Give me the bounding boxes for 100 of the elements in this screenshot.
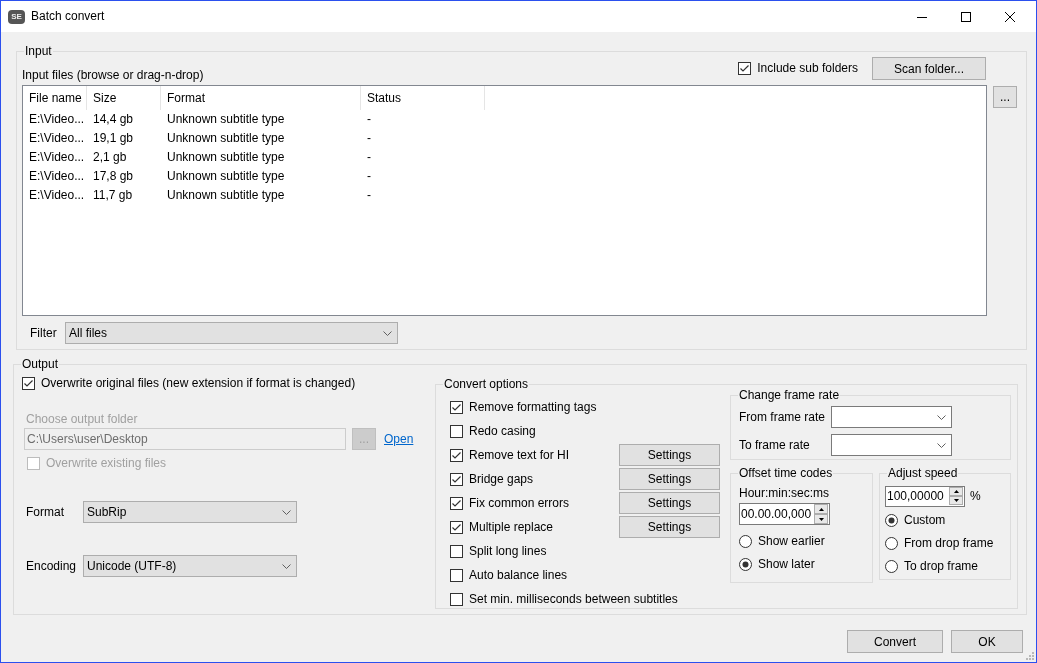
spin-down-button[interactable] <box>814 514 828 524</box>
unit-label: % <box>970 488 981 504</box>
chevron-down-icon <box>383 330 392 336</box>
field-label: Encoding <box>26 558 78 574</box>
table-cell-text: Unknown subtitle type <box>166 111 286 128</box>
window-title: Batch convert <box>31 9 106 24</box>
checkbox-label: Split long lines <box>469 543 548 559</box>
radio-button[interactable] <box>885 514 898 527</box>
chevron-down-icon <box>937 442 946 448</box>
checkbox-label: Remove text for HI <box>469 447 571 463</box>
browse-button[interactable]: ... <box>993 86 1017 108</box>
spin-up-button[interactable] <box>814 504 828 514</box>
radio-button[interactable] <box>885 560 898 573</box>
checkbox[interactable] <box>450 568 463 582</box>
checkbox-label: Auto balance lines <box>469 567 569 583</box>
radio-button[interactable] <box>739 535 752 548</box>
frame-rate-dropdown[interactable] <box>831 406 952 428</box>
up-triangle-icon <box>818 507 824 511</box>
checkbox[interactable] <box>450 424 463 438</box>
group-title: Offset time codes <box>738 466 834 481</box>
checkbox[interactable] <box>450 496 463 510</box>
spin-down-button[interactable] <box>949 496 963 505</box>
radio-button[interactable] <box>885 537 898 550</box>
chevron-down-icon <box>937 414 946 420</box>
scan-folder-button[interactable]: Scan folder... <box>872 57 986 80</box>
table-cell-text: Unknown subtitle type <box>166 149 286 166</box>
radio-button[interactable] <box>739 558 752 571</box>
field-label: Input files (browse or drag-n-drop) <box>22 68 204 83</box>
file-list[interactable] <box>22 85 987 316</box>
radio-label: Custom <box>904 513 946 528</box>
group-title: Convert options <box>443 377 530 392</box>
checkbox-label: Multiple replace <box>469 519 555 535</box>
app-logo: SE <box>8 9 25 24</box>
checkbox[interactable] <box>22 377 35 390</box>
field-label: Hour:min:sec:ms <box>739 486 830 501</box>
field-label: Filter <box>30 325 58 341</box>
group-title: Change frame rate <box>738 388 841 403</box>
checkbox[interactable] <box>450 592 463 606</box>
checkbox-label: Redo casing <box>469 423 537 439</box>
group-title: Adjust speed <box>887 466 959 481</box>
checkbox-label: Include sub folders <box>757 61 858 76</box>
table-cell-text: Unknown subtitle type <box>166 130 286 147</box>
radio-label: Show later <box>758 557 815 572</box>
radio-label: Show earlier <box>758 534 825 549</box>
settings-button[interactable]: Settings <box>619 444 720 466</box>
field-label: Format <box>26 504 65 520</box>
table-cell-text: E:\Video... <box>28 130 86 147</box>
table-cell-text: - <box>366 130 372 147</box>
encoding-dropdown[interactable]: Unicode (UTF-8) <box>83 555 297 577</box>
checkbox[interactable] <box>450 544 463 558</box>
down-triangle-icon <box>953 499 959 502</box>
dialog-button[interactable]: Convert <box>847 630 943 653</box>
dialog-button[interactable]: OK <box>951 630 1023 653</box>
open-link[interactable]: Open <box>384 431 414 447</box>
settings-button[interactable]: Settings <box>619 468 720 490</box>
radio-label: To drop frame <box>904 559 979 574</box>
chevron-down-icon <box>282 563 291 569</box>
checkbox-label: Bridge gaps <box>469 471 535 487</box>
close-icon <box>1005 11 1015 22</box>
checkbox-label: Remove formatting tags <box>469 399 598 415</box>
filter-dropdown[interactable]: All files <box>65 322 398 344</box>
spin-up-button[interactable] <box>949 487 963 496</box>
checkbox[interactable] <box>450 472 463 486</box>
maximize-icon <box>961 11 971 22</box>
settings-button[interactable]: Settings <box>619 516 720 538</box>
radio-label: From drop frame <box>904 536 994 551</box>
field-label: To frame rate <box>739 437 811 453</box>
table-cell-text: E:\Video... <box>28 111 86 128</box>
table-cell-text: 17,8 gb <box>92 168 135 185</box>
table-cell-text: - <box>366 111 372 128</box>
chevron-down-icon <box>282 509 291 515</box>
table-cell-text: E:\Video... <box>28 168 86 185</box>
settings-button[interactable]: Settings <box>619 492 720 514</box>
table-cell-text: 19,1 gb <box>92 130 135 147</box>
checkbox[interactable] <box>450 448 463 462</box>
spin-box[interactable]: 00.00.00,000 <box>739 503 830 525</box>
spin-box[interactable]: 100,00000 <box>885 485 965 507</box>
resize-grip-icon[interactable] <box>1026 652 1034 660</box>
table-cell-text: Unknown subtitle type <box>166 168 286 185</box>
checkbox-label: Set min. milliseconds between subtitles <box>469 591 679 607</box>
table-cell-text: 14,4 gb <box>92 111 135 128</box>
table-cell-text: - <box>366 187 372 204</box>
up-triangle-icon <box>953 490 959 493</box>
table-cell-text: E:\Video... <box>28 149 86 166</box>
checkbox-label: Overwrite original files (new extension if format is changed) <box>41 376 356 391</box>
checkbox[interactable] <box>450 400 463 414</box>
checkbox-label: Fix common errors <box>469 495 570 511</box>
format-dropdown[interactable]: SubRip <box>83 501 297 523</box>
frame-rate-dropdown[interactable] <box>831 434 952 456</box>
field-label: Choose output folder <box>26 412 138 427</box>
table-cell-text: - <box>366 149 372 166</box>
checkbox-label: Overwrite existing files <box>46 456 167 471</box>
table-cell-text: - <box>366 168 372 185</box>
checkbox[interactable] <box>738 62 752 75</box>
group-title: Input <box>24 44 53 59</box>
table-cell-text: 2,1 gb <box>92 149 128 166</box>
field-label: From frame rate <box>739 409 826 425</box>
table-cell-text: E:\Video... <box>28 187 86 204</box>
table-cell-text: 11,7 gb <box>92 187 134 204</box>
checkbox[interactable] <box>450 520 463 534</box>
